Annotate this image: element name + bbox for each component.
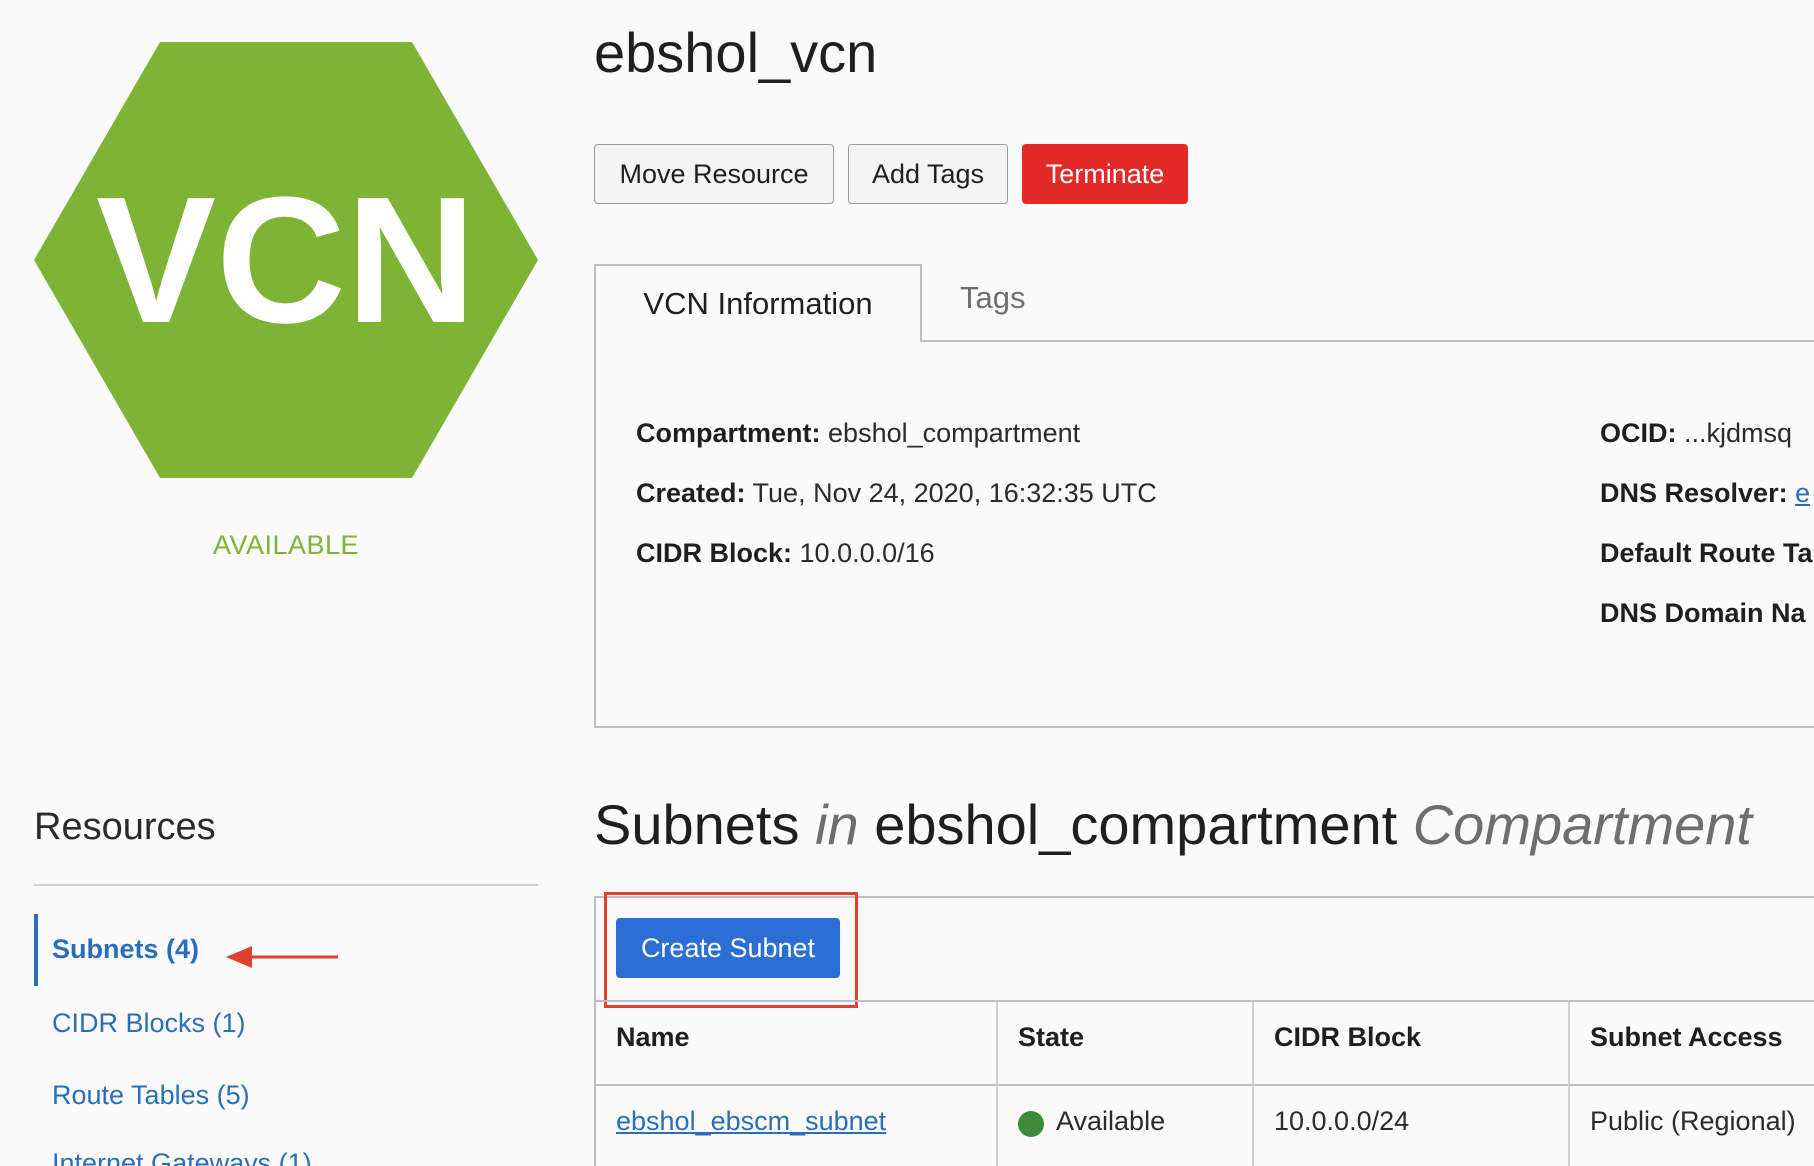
info-compartment-label: Compartment: xyxy=(636,418,821,448)
dns-resolver-link[interactable]: e xyxy=(1795,478,1810,508)
column-header-name[interactable]: Name xyxy=(616,1022,690,1053)
column-header-subnet-access[interactable]: Subnet Access xyxy=(1590,1022,1783,1053)
tab-tags[interactable]: Tags xyxy=(960,280,1025,316)
page-title: ebshol_vcn xyxy=(594,21,878,84)
info-ocid-value: ...kjdmsq xyxy=(1684,418,1793,448)
info-cidr-label: CIDR Block: xyxy=(636,538,793,568)
info-dns-domain-name-label: DNS Domain Na xyxy=(1600,598,1806,628)
column-divider xyxy=(1252,1002,1254,1166)
status-label: AVAILABLE xyxy=(212,530,360,560)
resources-divider xyxy=(34,884,538,886)
subnet-cidr: 10.0.0.0/24 xyxy=(1274,1106,1410,1136)
column-divider xyxy=(1568,1002,1570,1166)
info-created: Created: Tue, Nov 24, 2020, 16:32:35 UTC xyxy=(636,478,1157,509)
tab-vcn-information[interactable]: VCN Information xyxy=(594,264,922,342)
subnet-access: Public (Regional) xyxy=(1590,1106,1796,1136)
annotation-highlight-box xyxy=(604,892,858,1008)
status-available-icon xyxy=(1018,1111,1044,1137)
info-cidr-block: CIDR Block: 10.0.0.0/16 xyxy=(636,538,935,569)
sidebar-item-cidr-blocks[interactable]: CIDR Blocks (1) xyxy=(52,1008,246,1039)
subnet-state: Available xyxy=(1056,1106,1166,1136)
info-cidr-value: 10.0.0.0/16 xyxy=(799,538,935,568)
subnets-heading: Subnets in ebshol_compartment Compartmen… xyxy=(594,792,1752,857)
info-ocid: OCID: ...kjdmsq xyxy=(1600,418,1792,449)
info-compartment: Compartment: ebshol_compartment xyxy=(636,418,1080,449)
vcn-hexagon-logo: VCN xyxy=(34,42,538,478)
subnets-heading-in: in xyxy=(815,793,859,856)
subnets-heading-main: Subnets xyxy=(594,793,800,856)
column-header-cidr-block[interactable]: CIDR Block xyxy=(1274,1022,1421,1053)
vcn-logo-text: VCN xyxy=(96,160,476,361)
column-divider xyxy=(996,1002,998,1166)
sidebar-item-subnets[interactable]: Subnets (4) xyxy=(52,934,199,965)
subnets-heading-suffix: Compartment xyxy=(1412,793,1752,856)
info-default-route-table: Default Route Ta xyxy=(1600,538,1813,569)
info-created-value: Tue, Nov 24, 2020, 16:32:35 UTC xyxy=(752,478,1157,508)
annotation-arrow-icon xyxy=(226,946,338,968)
subnet-name-link[interactable]: ebshol_ebscm_subnet xyxy=(616,1106,886,1137)
vcn-details-page: VCN AVAILABLE Resources Subnets (4) CIDR… xyxy=(0,0,1814,1166)
add-tags-button[interactable]: Add Tags xyxy=(848,144,1008,204)
info-created-label: Created: xyxy=(636,478,746,508)
column-header-state[interactable]: State xyxy=(1018,1022,1084,1053)
terminate-button[interactable]: Terminate xyxy=(1022,144,1188,204)
subnets-heading-compartment: ebshol_compartment xyxy=(874,793,1398,856)
sidebar-item-internet-gateways[interactable]: Internet Gateways (1) xyxy=(52,1148,312,1166)
sidebar-item-route-tables[interactable]: Route Tables (5) xyxy=(52,1080,250,1111)
info-dns-domain-name: DNS Domain Na xyxy=(1600,598,1806,629)
info-default-route-table-label: Default Route Ta xyxy=(1600,538,1813,568)
info-ocid-label: OCID: xyxy=(1600,418,1677,448)
info-compartment-value: ebshol_compartment xyxy=(828,418,1081,448)
resources-heading: Resources xyxy=(34,806,216,848)
info-dns-resolver-label: DNS Resolver: xyxy=(1600,478,1788,508)
info-dns-resolver: DNS Resolver: e xyxy=(1600,478,1810,509)
move-resource-button[interactable]: Move Resource xyxy=(594,144,834,204)
vcn-information-panel: Compartment: ebshol_compartment Created:… xyxy=(594,340,1814,728)
hexagon-icon: VCN xyxy=(34,42,538,478)
active-indicator xyxy=(34,914,38,986)
